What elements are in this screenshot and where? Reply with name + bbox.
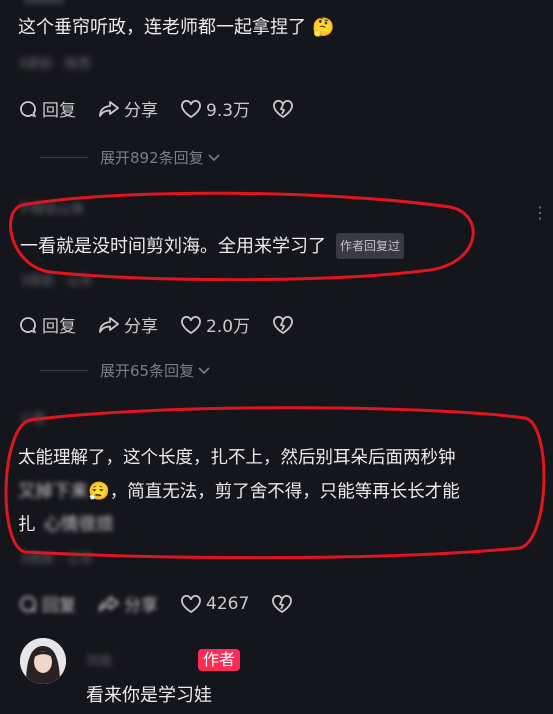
heart-icon (181, 99, 201, 118)
chevron-down-icon (198, 366, 210, 374)
broken-heart-icon (273, 99, 293, 118)
share-button[interactable]: 分享 (98, 312, 158, 337)
username-cutoff (24, 0, 64, 4)
share-icon (99, 595, 119, 612)
dislike-button[interactable] (272, 99, 298, 119)
share-icon (99, 316, 119, 333)
comment-line: 太能理解了，这个长度，扎不上，然后别耳朵后面两秒钟 (18, 448, 456, 468)
comment-line: 扎心情很烦 (18, 515, 114, 535)
comment-actions: 回复 分享 2.0万 (18, 312, 320, 337)
broken-heart-icon (273, 315, 293, 334)
like-button[interactable]: 2.0万 (180, 312, 250, 337)
reply-button[interactable]: 回复 (18, 96, 76, 121)
author-badge: 作者 (198, 649, 241, 671)
comment-username[interactable]: 小熊 (20, 408, 46, 427)
chevron-down-icon (208, 153, 220, 161)
obscured-text: 心情很烦 (43, 515, 114, 535)
heart-icon (181, 594, 201, 613)
dislike-button[interactable] (271, 594, 297, 614)
comment-text: 这个垂帘听政，连老师都一起拿捏了 🤔 (18, 17, 335, 38)
share-icon (99, 100, 119, 117)
avatar-image (20, 638, 66, 684)
like-button[interactable]: 9.3万 (180, 96, 250, 121)
comment-meta: 3周前 · 江苏 (20, 552, 93, 567)
share-button[interactable]: 分享 (98, 96, 158, 121)
reply-button[interactable]: 回复 (18, 312, 76, 337)
reply-text: 看来你是学习娃 (86, 685, 212, 706)
thinking-emoji-icon: 🤔 (312, 17, 335, 38)
more-options-icon[interactable]: ⋮ (532, 205, 548, 221)
reply-icon (20, 595, 37, 612)
reply-button[interactable]: 回复 (18, 591, 76, 616)
reply-icon (20, 100, 37, 117)
like-button[interactable]: 4267 (180, 594, 249, 614)
comment-meta: 3周前 · 山东 (20, 274, 93, 289)
comment-line: 又掉下来😮‍💨，简直无法，剪了舍不得，只能等再长长才能 (18, 482, 460, 502)
sigh-emoji-icon: 😮‍💨 (88, 482, 110, 502)
divider (40, 157, 88, 158)
comment-username[interactable]: 不相信山海 (18, 198, 83, 217)
expand-replies[interactable]: 展开65条回复 (40, 360, 211, 381)
reply-username[interactable]: 刘佳 (86, 650, 112, 669)
avatar[interactable] (20, 638, 66, 684)
comment-actions: 回复 分享 9.3万 (18, 96, 320, 121)
comment-meta: 3周前 · 陕西 (18, 57, 91, 72)
expand-replies[interactable]: 展开892条回复 (40, 147, 221, 168)
comment-text: 一看就是没时间剪刘海。全用来学习了 作者回复过 (20, 233, 405, 259)
obscured-text: 又掉下来 (18, 482, 88, 502)
author-replied-badge: 作者回复过 (336, 233, 405, 259)
share-button[interactable]: 分享 (98, 591, 158, 616)
divider (40, 370, 88, 371)
dislike-button[interactable] (272, 315, 298, 335)
heart-icon (181, 315, 201, 334)
comment-actions: 回复 分享 4267 (18, 591, 319, 616)
broken-heart-icon (272, 594, 293, 613)
reply-icon (20, 316, 37, 333)
